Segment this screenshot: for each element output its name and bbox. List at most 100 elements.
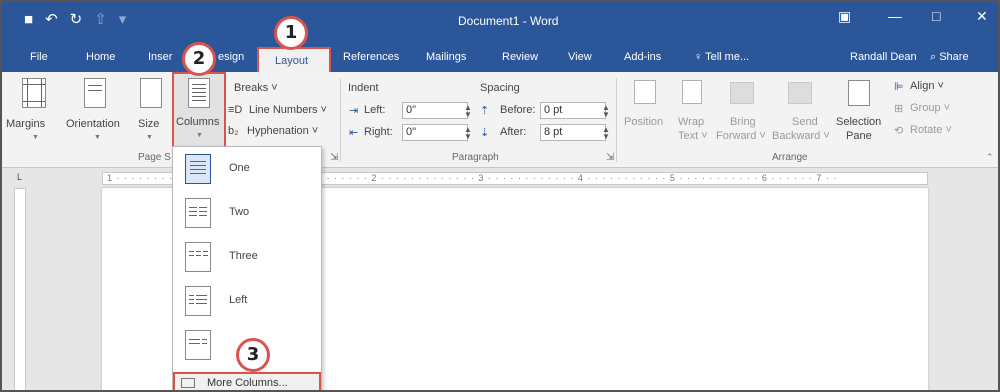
hyphenation-button[interactable]: Hyphenation ˅ — [247, 125, 318, 137]
indent-right-spinner[interactable]: ▲ ▼ — [464, 126, 472, 141]
quick-access-toolbar: ■ ↶ ↻ ⇧ ▾ — [24, 12, 126, 28]
columns-option-one[interactable]: One — [173, 149, 321, 189]
more-columns-label: More Columns... — [207, 377, 288, 389]
paragraph-launcher-icon[interactable]: ⇲ — [606, 152, 614, 163]
customize-icon[interactable]: ⇧ — [94, 12, 107, 28]
align-button[interactable]: Align ˅ — [910, 80, 944, 92]
page-setup-group-label: Page S — [138, 152, 171, 163]
spacing-after-spinner[interactable]: ▲ ▼ — [602, 126, 610, 141]
more-columns-button[interactable]: More Columns... — [173, 372, 321, 392]
minimize-icon[interactable]: — — [888, 8, 902, 24]
size-label: Size — [138, 118, 160, 130]
line-numbers-button[interactable]: Line Numbers ˅ — [249, 104, 327, 116]
tab-references[interactable]: References — [343, 51, 399, 63]
send-backward-label-1: Send — [792, 116, 818, 128]
indent-left-icon: ⇥ — [349, 105, 359, 117]
option-label: Two — [229, 206, 250, 218]
columns-button[interactable]: Columns ▼ — [172, 72, 226, 150]
selection-pane-button[interactable]: Selection Pane — [834, 76, 886, 148]
tab-insert[interactable]: Inser — [148, 51, 172, 63]
columns-option-three[interactable]: Three — [173, 237, 321, 277]
size-button[interactable]: Size ▼ — [134, 76, 168, 146]
tell-me-search[interactable]: ♀ Tell me... — [694, 51, 749, 63]
spacing-label: Spacing — [480, 82, 520, 94]
position-button[interactable]: Position — [622, 76, 668, 148]
tab-addins[interactable]: Add-ins — [624, 51, 661, 63]
ribbon-display-icon[interactable]: ▣ — [838, 8, 851, 25]
ribbon-tabs: File Home Inser esign References Mailing… — [0, 42, 1000, 72]
tab-design[interactable]: esign — [218, 51, 244, 63]
orientation-label: Orientation — [66, 118, 120, 130]
qat-more-icon[interactable]: ▾ — [119, 12, 127, 28]
step-badge-2: 2 — [182, 42, 216, 76]
columns-label: Columns — [176, 116, 220, 128]
chevron-down-icon: ▼ — [94, 134, 101, 141]
orientation-icon — [84, 78, 106, 108]
margins-icon — [22, 78, 46, 108]
send-backward-label-2: Backward ˅ — [772, 130, 830, 142]
indent-right-input[interactable]: 0" — [402, 124, 468, 141]
align-icon: ⊫ — [894, 81, 904, 93]
wrap-text-label-1: Wrap — [678, 116, 705, 128]
group-icon: ⊞ — [894, 103, 904, 115]
paragraph-group-label: Paragraph — [452, 152, 499, 163]
wrap-text-button[interactable]: Wrap Text ˅ — [674, 76, 714, 148]
chevron-down-icon: ▼ — [32, 134, 39, 141]
page-setup-launcher-icon[interactable]: ⇲ — [330, 152, 338, 163]
spacing-after-input[interactable]: 8 pt — [540, 124, 606, 141]
orientation-button[interactable]: Orientation ▼ — [64, 76, 130, 146]
close-icon[interactable]: ✕ — [976, 8, 988, 25]
columns-icon — [188, 78, 210, 108]
columns-option-left[interactable]: Left — [173, 281, 321, 321]
group-button[interactable]: Group ˅ — [910, 102, 950, 114]
bring-forward-button[interactable]: Bring Forward ˅ — [716, 76, 768, 148]
breaks-button[interactable]: Breaks ˅ — [234, 82, 278, 94]
selection-pane-label-2: Pane — [846, 130, 872, 142]
line-numbers-icon: ≡D — [228, 104, 243, 116]
tab-selector[interactable]: L — [17, 172, 22, 182]
position-icon — [634, 80, 656, 104]
send-backward-icon — [788, 82, 812, 104]
bring-forward-label-2: Forward ˅ — [716, 130, 766, 142]
collapse-ribbon-icon[interactable]: ⌃ — [986, 152, 994, 163]
two-columns-icon — [185, 198, 211, 228]
tab-mailings[interactable]: Mailings — [426, 51, 466, 63]
share-button[interactable]: ⌕ Share — [930, 51, 969, 64]
indent-left-input[interactable]: 0" — [402, 102, 468, 119]
maximize-icon[interactable]: □ — [932, 8, 940, 24]
chevron-down-icon: ▼ — [146, 134, 153, 141]
tab-file[interactable]: File — [30, 51, 48, 63]
wrap-text-label-2: Text ˅ — [678, 130, 708, 142]
rotate-icon: ⟲ — [894, 125, 904, 137]
position-label: Position — [624, 116, 664, 128]
user-name[interactable]: Randall Dean — [850, 51, 917, 63]
bring-forward-label-1: Bring — [730, 116, 756, 128]
ribbon-divider — [616, 78, 617, 162]
more-columns-icon — [181, 378, 195, 388]
rotate-button[interactable]: Rotate ˅ — [910, 124, 952, 136]
spacing-before-input[interactable]: 0 pt — [540, 102, 606, 119]
tab-layout[interactable]: Layout — [257, 47, 331, 74]
tab-review[interactable]: Review — [502, 51, 538, 63]
spacing-after-icon: ⇣ — [480, 127, 490, 139]
indent-left-spinner[interactable]: ▲ ▼ — [464, 104, 472, 119]
redo-icon[interactable]: ↻ — [70, 12, 83, 28]
tab-home[interactable]: Home — [86, 51, 115, 63]
indent-left-label: Left: — [364, 104, 386, 116]
size-icon — [140, 78, 162, 108]
wrap-text-icon — [682, 80, 702, 104]
selection-pane-label-1: Selection — [836, 116, 882, 128]
margins-button[interactable]: Margins ▼ — [6, 76, 64, 146]
send-backward-button[interactable]: Send Backward ˅ — [772, 76, 830, 148]
spacing-before-spinner[interactable]: ▲ ▼ — [602, 104, 610, 119]
ribbon-divider — [340, 78, 341, 162]
tab-view[interactable]: View — [568, 51, 592, 63]
ribbon: Margins ▼ Orientation ▼ Size ▼ Breaks ˅ … — [0, 72, 1000, 168]
right-column-icon — [185, 330, 211, 360]
vertical-ruler[interactable] — [14, 188, 26, 392]
spacing-after-label: After: — [500, 126, 527, 138]
left-column-icon — [185, 286, 211, 316]
undo-icon[interactable]: ↶ — [45, 12, 58, 28]
save-icon[interactable]: ■ — [24, 12, 33, 28]
columns-option-two[interactable]: Two — [173, 193, 321, 233]
